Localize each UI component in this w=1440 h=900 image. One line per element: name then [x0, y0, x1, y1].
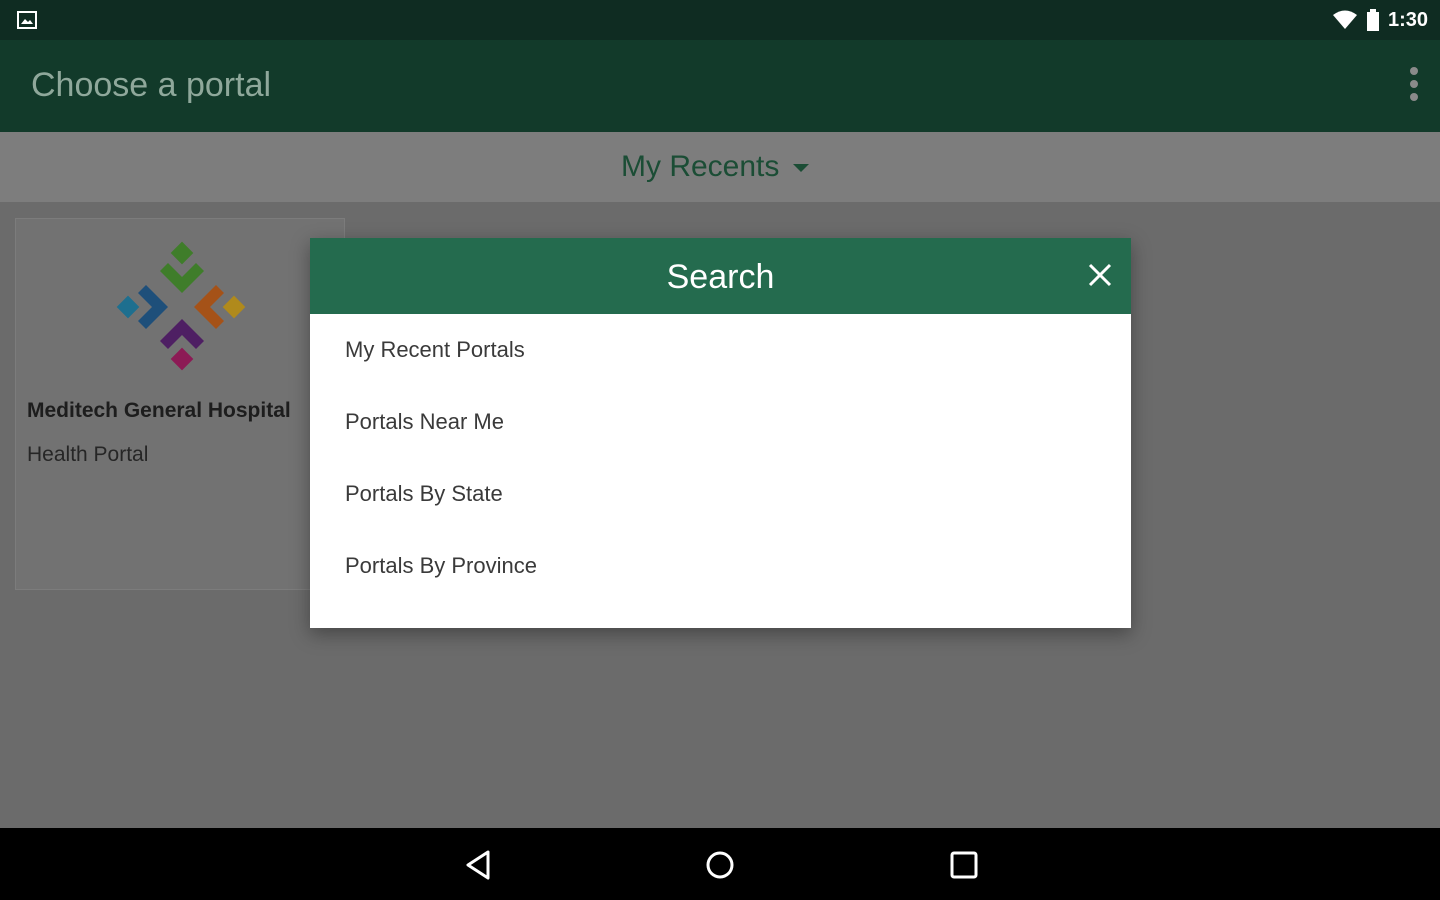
- page-title: Choose a portal: [31, 66, 272, 104]
- dropdown-label: My Recents: [621, 150, 780, 183]
- dialog-header: Search: [310, 238, 1131, 314]
- wifi-icon: [1332, 10, 1357, 29]
- status-time: 1:30: [1387, 8, 1428, 31]
- caret-down-icon: [793, 164, 810, 172]
- status-bar: 1:30: [0, 0, 1440, 40]
- search-options: My Recent Portals Portals Near Me Portal…: [310, 314, 1131, 602]
- option-my-recent-portals[interactable]: My Recent Portals: [310, 314, 1131, 386]
- image-icon: [17, 11, 37, 29]
- search-dialog: Search My Recent Portals Portals Near Me…: [310, 238, 1131, 628]
- home-icon[interactable]: [703, 848, 737, 882]
- back-icon[interactable]: [461, 848, 495, 882]
- filter-row: My Recents: [0, 132, 1440, 202]
- recents-icon[interactable]: [947, 848, 981, 882]
- app-bar: Choose a portal: [0, 40, 1440, 132]
- option-portals-by-province[interactable]: Portals By Province: [310, 530, 1131, 602]
- close-icon[interactable]: [1085, 260, 1115, 290]
- portal-card[interactable]: Meditech General Hospital Health Portal: [15, 218, 345, 590]
- recents-dropdown[interactable]: My Recents: [621, 150, 810, 184]
- portal-type: Health Portal: [27, 443, 149, 466]
- option-portals-by-state[interactable]: Portals By State: [310, 458, 1131, 530]
- battery-icon: [1366, 9, 1379, 31]
- more-vert-icon[interactable]: [1402, 65, 1426, 105]
- option-portals-near-me[interactable]: Portals Near Me: [310, 386, 1131, 458]
- status-icons: 1:30: [1332, 8, 1428, 32]
- nav-bar: [0, 828, 1440, 900]
- portal-name: Meditech General Hospital: [27, 399, 291, 422]
- dialog-title: Search: [666, 258, 775, 296]
- hospital-logo: [116, 241, 246, 371]
